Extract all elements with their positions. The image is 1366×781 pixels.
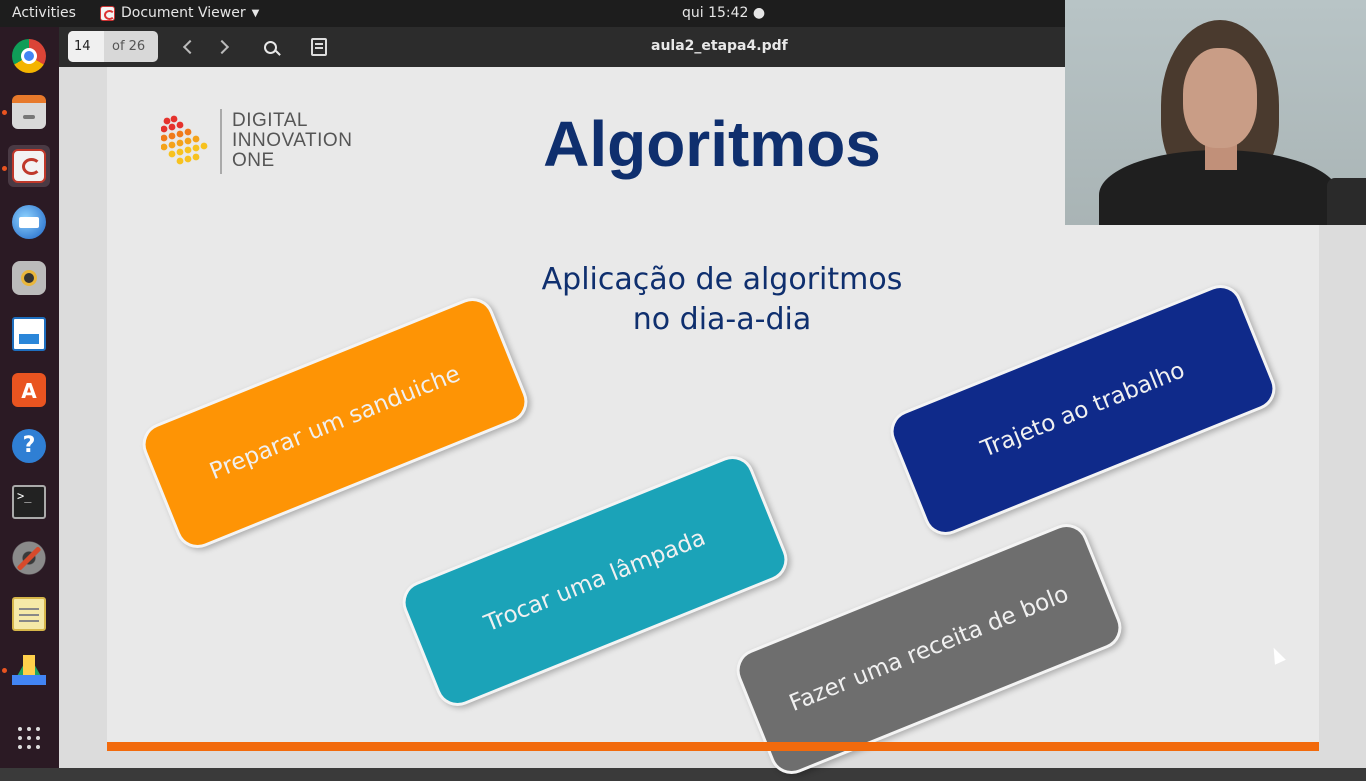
dock-item-files[interactable]	[8, 91, 50, 133]
clock[interactable]: qui 15:42 ●	[682, 5, 765, 21]
terminal-icon: >_	[12, 485, 46, 519]
page-selector: 14 of 26	[68, 31, 158, 62]
next-page-button[interactable]	[206, 31, 238, 63]
document-viewer-icon	[12, 149, 46, 183]
dock-item-google-drive[interactable]	[8, 649, 50, 691]
thunderbird-icon	[12, 205, 46, 239]
dock-item-chrome[interactable]	[8, 35, 50, 77]
app-menu[interactable]: Document Viewer ▼	[100, 5, 259, 21]
digital-innovation-one-logo: DIGITAL INNOVATION ONE	[161, 107, 371, 177]
dock-item-rhythmbox[interactable]	[8, 257, 50, 299]
dock: A ? >_	[0, 27, 59, 768]
rhythmbox-icon	[12, 261, 46, 295]
settings-icon	[12, 541, 46, 575]
subtitle-line: no dia-a-dia	[632, 302, 812, 337]
previous-page-button[interactable]	[174, 31, 206, 63]
dock-item-document-viewer[interactable]	[8, 145, 50, 187]
logo-line: DIGITAL	[232, 110, 308, 131]
slide-title: Algoritmos	[543, 108, 881, 180]
webcam-overlay	[1065, 0, 1366, 225]
chevron-left-icon	[182, 39, 198, 55]
show-applications-icon	[18, 727, 40, 749]
page-number-input[interactable]: 14	[68, 31, 104, 62]
files-icon	[12, 95, 46, 129]
chevron-right-icon	[214, 39, 230, 55]
logo-line: ONE	[232, 150, 275, 171]
dock-item-text-editor[interactable]	[8, 593, 50, 635]
running-indicator	[2, 668, 7, 673]
dock-item-writer[interactable]	[8, 313, 50, 355]
annotations-button[interactable]	[303, 31, 335, 63]
page-total: of 26	[112, 39, 146, 54]
dock-item-software[interactable]: A	[8, 369, 50, 411]
app-menu-label: Document Viewer	[121, 5, 246, 21]
show-applications-button[interactable]	[8, 717, 50, 759]
google-drive-icon	[12, 655, 46, 685]
logo-line: INNOVATION	[232, 130, 353, 151]
chrome-icon	[12, 39, 46, 73]
running-indicator	[2, 110, 7, 115]
dock-item-thunderbird[interactable]	[8, 201, 50, 243]
card-trocar-lampada: Trocar uma lâmpada	[395, 449, 795, 713]
chair	[1327, 178, 1366, 225]
libreoffice-writer-icon	[12, 317, 46, 351]
subtitle-line: Aplicação de algoritmos	[541, 262, 903, 297]
card-preparar-sanduiche: Preparar um sanduiche	[135, 291, 535, 555]
running-indicator	[2, 166, 7, 171]
document-viewer-icon	[100, 5, 115, 21]
slide-subtitle: Aplicação de algoritmos no dia-a-dia	[497, 260, 947, 340]
dots-logo-icon	[161, 115, 208, 165]
activities-button[interactable]: Activities	[12, 5, 76, 21]
dock-item-terminal[interactable]: >_	[8, 481, 50, 523]
search-icon	[263, 40, 277, 54]
slide-accent-bar	[107, 742, 1319, 751]
search-button[interactable]	[254, 31, 286, 63]
dock-item-help[interactable]: ?	[8, 425, 50, 467]
document-title: aula2_etapa4.pdf	[651, 38, 788, 54]
help-icon: ?	[12, 429, 46, 463]
logo-text: DIGITAL INNOVATION ONE	[232, 111, 352, 171]
presenter-face	[1183, 48, 1257, 148]
logo-divider	[220, 109, 222, 174]
text-editor-icon	[12, 597, 46, 631]
caret-down-icon: ▼	[251, 7, 260, 19]
dock-item-settings[interactable]	[8, 537, 50, 579]
software-store-icon: A	[12, 373, 46, 407]
clipboard-icon	[311, 38, 327, 56]
